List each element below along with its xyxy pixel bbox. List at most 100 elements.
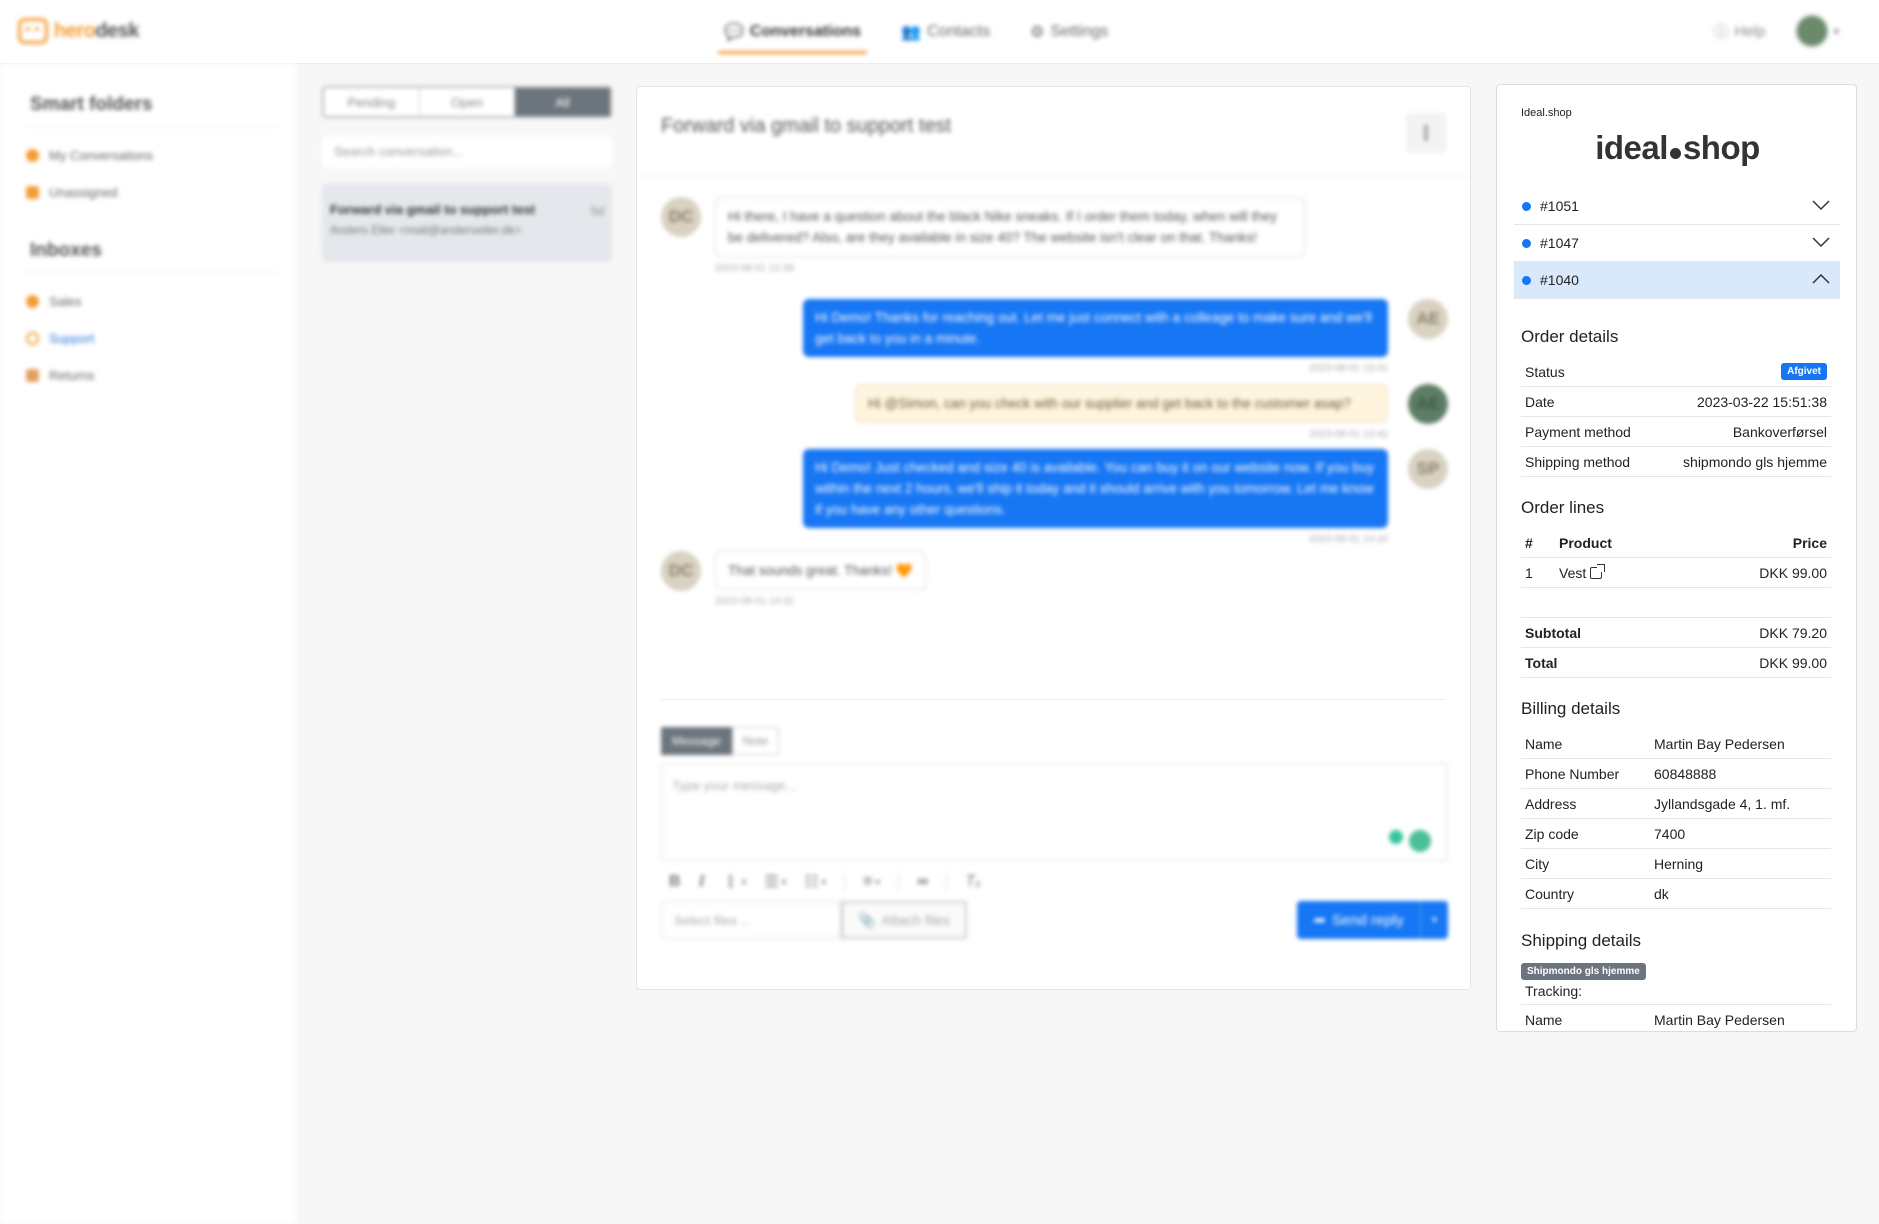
detail-row: Status Afgivet [1521,357,1831,387]
message-time: 2023-08-01 13:42 [1309,429,1388,440]
paperclip-icon: 📎 [858,911,876,928]
message-outgoing: Hi Demo! Just checked and size 40 is ava… [803,449,1388,545]
shop-name: Ideal.shop [1521,107,1572,119]
shop-logo: ideal shop [1595,129,1760,166]
avatar: AE [1408,384,1448,424]
status-filter: Pending Open All [322,86,612,118]
message-note: Hi @Simon, can you check with our suppli… [855,384,1388,440]
top-navbar: herodesk 💬 Conversations 👥 Contacts ⚙ Se… [0,0,1879,64]
message-input[interactable]: Type your message... [661,763,1448,861]
avatar: AE [1408,299,1448,339]
external-link-icon [1590,563,1606,579]
select-files-input[interactable]: Select files ... [661,901,841,939]
inboxes-heading: Inboxes [26,240,277,273]
message-text: Hi Demo! Thanks for reaching out. Let me… [803,299,1388,357]
detail-row: Date 2023-03-22 15:51:38 [1521,387,1831,417]
sidebar-item-sales[interactable]: Sales [26,289,277,313]
sidebar-item-returns[interactable]: Returns [26,363,277,387]
conversation-header: Forward via gmail to support test ⋮ [637,87,1470,177]
send-options-dropdown[interactable]: ▾ [1420,901,1448,939]
order-status-dot [1522,275,1531,285]
toolbar-divider [897,873,899,891]
font-size-icon[interactable]: ⋮ ▾ [723,872,747,892]
order-row-active[interactable]: #1040 [1514,262,1840,299]
chevron-down-icon [1812,237,1830,248]
user-menu[interactable]: ▾ [1795,14,1839,48]
message-text: Hi @Simon, can you check with our suppli… [855,384,1388,423]
filter-all[interactable]: All [515,88,610,116]
filter-pending[interactable]: Pending [324,88,420,116]
billing-details-section: Billing details Name Martin Bay Pedersen … [1521,699,1831,909]
ai-assist-icon[interactable] [1389,830,1403,844]
app-logo[interactable]: herodesk [18,18,139,44]
billing-row: Phone Number 60848888 [1521,759,1831,789]
conversation-search-input[interactable]: Search conversation... [322,136,612,168]
numbered-list-icon[interactable]: ☷ ▾ [804,872,826,892]
avatar: SP [1408,449,1448,489]
thread-divider [661,699,1446,700]
logo-dot [1669,148,1681,159]
message-time: 2023-08-01 14:32 [715,596,794,607]
attach-files-button[interactable]: 📎 Attach files [841,901,967,939]
grammar-check-icon[interactable] [1409,830,1431,852]
section-title: Shipping details [1521,931,1642,950]
shipping-row: Name Martin Bay Pedersen [1521,1005,1831,1031]
shipping-details-section: Shipping details Shipmondo gls hjemme Tr… [1521,931,1831,1031]
send-reply-main[interactable]: ➦ Send reply [1297,911,1420,930]
nav-conversations[interactable]: 💬 Conversations [718,0,868,64]
billing-row: Zip code 7400 [1521,819,1831,849]
product-link[interactable]: Vest [1559,563,1759,581]
filter-open[interactable]: Open [419,88,516,116]
message-text: Hi there, I have a question about the bl… [715,197,1305,257]
more-options-button[interactable]: ⋮ [1406,113,1446,153]
left-sidebar: Smart folders My Conversations Unassigne… [0,64,298,1224]
detail-row: Shipping method shipmondo gls hjemme [1521,447,1831,477]
message-time: 2023-08-01 12:39 [715,263,794,274]
nav-settings[interactable]: ⚙ Settings [1024,0,1114,64]
conversation-title: Forward via gmail to support test [661,115,952,137]
tab-message[interactable]: Message [661,727,732,755]
sidebar-item-unassigned[interactable]: Unassigned [26,180,277,204]
order-row[interactable]: #1051 [1514,188,1840,225]
sidebar-item-my-conversations[interactable]: My Conversations [26,143,277,167]
shipping-method-badge: Shipmondo gls hjemme [1521,963,1646,980]
smart-folders-heading: Smart folders [26,94,277,127]
logo-chat-icon [18,18,48,44]
bullet-list-icon[interactable]: ☰ ▾ [764,872,786,892]
avatar: DC [661,197,701,237]
align-icon[interactable]: ≡ ▾ [863,873,880,891]
conversation-panel: Forward via gmail to support test ⋮ DC H… [636,86,1471,990]
users-icon: 👥 [901,24,921,41]
help-link[interactable]: ⓘ Help [1714,21,1766,42]
italic-icon[interactable]: I [699,873,705,891]
conversation-list-item[interactable]: Forward via gmail to support test Anders… [322,184,612,262]
subtotal-row: Subtotal DKK 79.20 [1521,618,1831,648]
tab-note[interactable]: Note [731,727,780,755]
nav-right: ⓘ Help ▾ [1714,14,1839,48]
attach-row: Select files ... 📎 Attach files ➦ Send r… [661,901,1448,939]
avatar: DC [661,551,701,591]
detail-row: Payment method Bankoverførsel [1521,417,1831,447]
section-title: Order details [1521,327,1619,346]
sidebar-item-support[interactable]: Support [26,326,277,350]
billing-row: Address Jyllandsgade 4, 1. mf. [1521,789,1831,819]
order-status-dot [1522,238,1531,248]
nav-contacts[interactable]: 👥 Contacts [895,0,996,64]
order-row[interactable]: #1047 [1514,225,1840,262]
bold-icon[interactable]: B [669,873,681,891]
spacer-row [1521,588,1831,618]
message-incoming: Hi there, I have a question about the bl… [715,197,1305,274]
inbox-icon [26,185,39,199]
order-lines-section: Order lines # Product Price 1 Vest DKK 9… [1521,498,1831,678]
billing-row: City Herning [1521,849,1831,879]
clear-format-icon[interactable]: Tₓ [965,873,981,891]
sales-icon [26,294,39,308]
message-incoming: That sounds great. Thanks! 🧡 2023-08-01 … [715,551,926,607]
total-row: Total DKK 99.00 [1521,648,1831,678]
smile-icon [26,148,39,162]
logo-text: herodesk [54,19,139,42]
conversation-item-title: Forward via gmail to support test [330,202,536,217]
link-icon[interactable]: ∞ [917,873,928,891]
send-reply-button[interactable]: ➦ Send reply ▾ [1297,901,1448,939]
billing-row: Country dk [1521,879,1831,909]
